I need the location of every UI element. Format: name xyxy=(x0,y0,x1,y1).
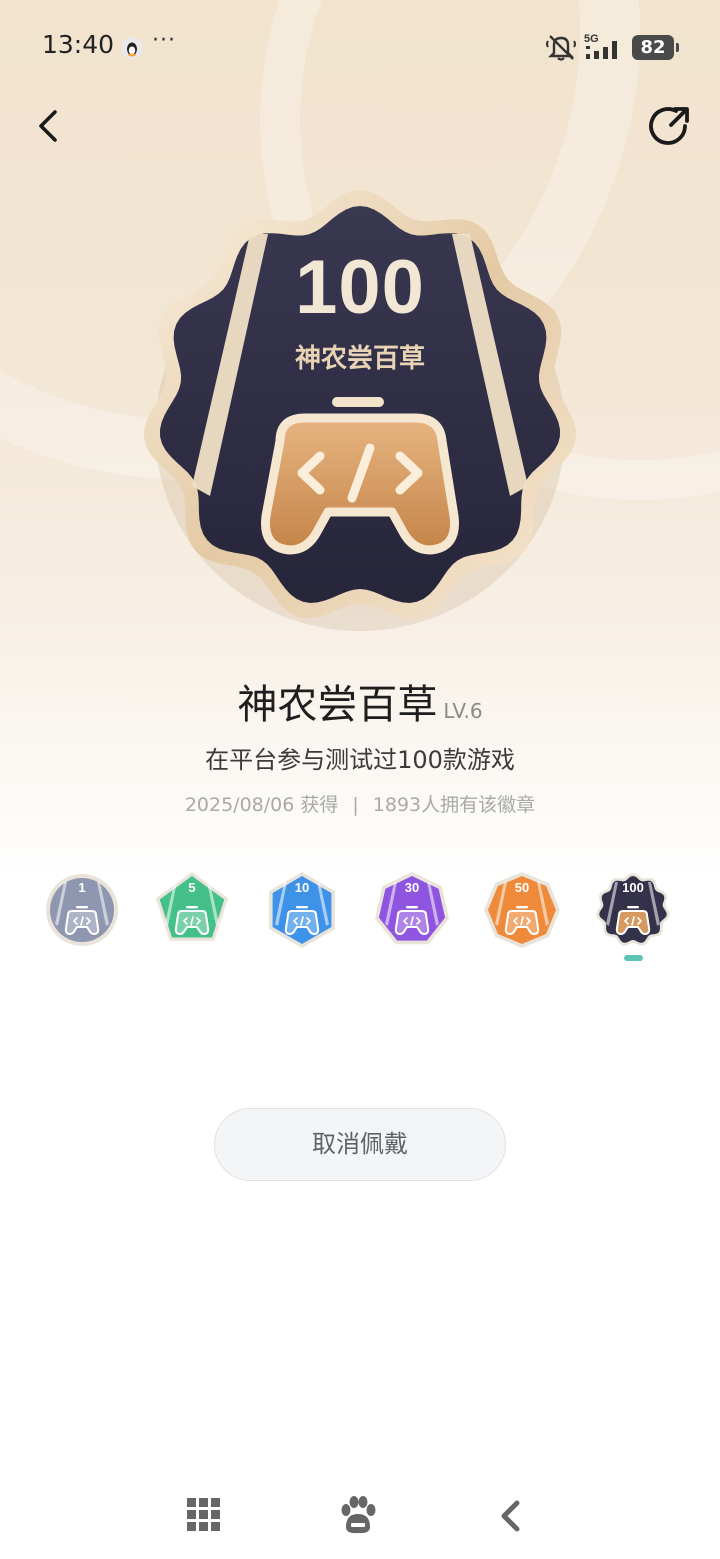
level-badge-50[interactable]: 50 xyxy=(484,868,560,952)
network-type: 5G xyxy=(584,33,599,45)
level-badge-100[interactable]: 100 xyxy=(595,868,671,952)
paw-icon xyxy=(341,1496,376,1534)
qq-penguin-icon xyxy=(120,36,144,60)
level-badge-value: 50 xyxy=(514,880,530,895)
back-button[interactable] xyxy=(28,104,72,148)
status-time: 13:40 xyxy=(42,30,115,59)
level-strip: 1 5 10 30 50 100 xyxy=(0,868,720,968)
grid-apps-icon xyxy=(187,1498,220,1531)
share-arrow-icon xyxy=(649,107,689,145)
signal-5g-icon: 5G xyxy=(584,32,626,62)
level-badge-value: 1 xyxy=(78,880,86,895)
active-level-indicator xyxy=(624,955,643,961)
status-bar: 13:40 ··· 5G 82 xyxy=(0,0,720,95)
level-badge-value: 100 xyxy=(622,880,644,895)
mute-bell-icon xyxy=(544,32,578,62)
level-badge-value: 30 xyxy=(404,880,420,895)
badge-count-value: 100 xyxy=(295,245,425,330)
level-badge-10[interactable]: 10 xyxy=(264,868,340,952)
badge-title-row: 神农尝百草 LV.6 xyxy=(0,672,720,730)
nav-back-button[interactable] xyxy=(498,1499,524,1533)
badge-title: 神农尝百草 xyxy=(237,682,438,728)
cancel-wear-button[interactable]: 取消佩戴 xyxy=(214,1108,506,1181)
level-badge-5[interactable]: 5 xyxy=(154,868,230,952)
badge-emblem-name: 神农尝百草 xyxy=(294,344,425,374)
level-badge-1[interactable]: 1 xyxy=(44,868,120,952)
chevron-left-icon xyxy=(39,110,57,142)
main-badge: 100 神农尝百草 xyxy=(140,186,580,636)
level-badge-value: 5 xyxy=(188,880,196,895)
battery-level: 82 xyxy=(632,35,679,60)
obtained-date: 2025/08/06 获得 xyxy=(184,794,339,816)
level-badge-30[interactable]: 30 xyxy=(374,868,450,952)
owner-count: 1893人拥有该徽章 xyxy=(372,794,536,816)
badge-description: 在平台参与测试过100款游戏 xyxy=(205,746,515,774)
nav-home-button[interactable] xyxy=(338,1494,378,1536)
badge-meta: 2025/08/06 获得 | 1893人拥有该徽章 xyxy=(0,790,720,817)
nav-back-icon xyxy=(501,1500,520,1532)
nav-apps-button[interactable] xyxy=(186,1497,222,1533)
meta-separator: | xyxy=(352,794,359,816)
share-button[interactable] xyxy=(646,104,692,150)
badge-level: LV.6 xyxy=(443,699,483,723)
level-badge-value: 10 xyxy=(294,880,310,895)
status-more-icon: ··· xyxy=(152,28,176,53)
